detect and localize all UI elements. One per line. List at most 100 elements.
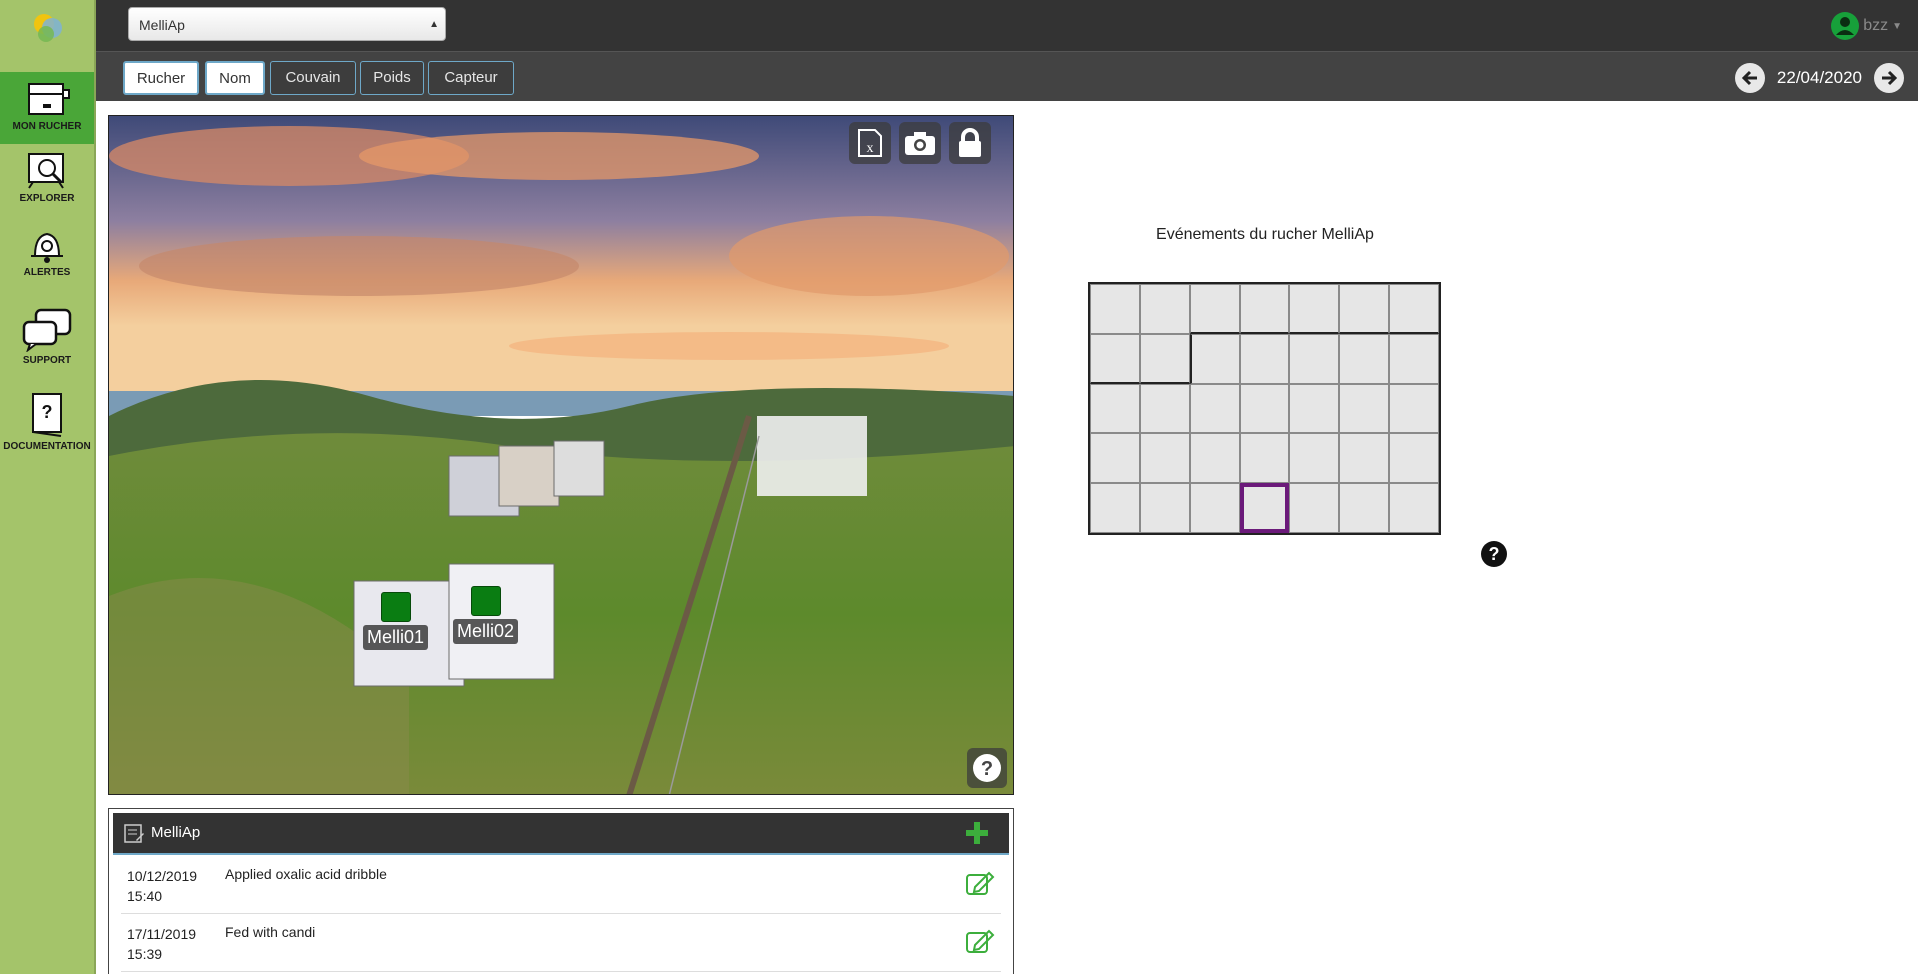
excel-export-button[interactable]: x <box>849 122 891 164</box>
calendar-day[interactable] <box>1090 333 1140 384</box>
next-date-button[interactable] <box>1874 63 1904 93</box>
apiary-landscape-image <box>109 116 1013 794</box>
calendar-day[interactable] <box>1090 383 1140 434</box>
apiary-events-panel: MelliAp 10/12/2019 15:40 Applied oxalic … <box>108 808 1014 974</box>
date-navigation: 22/04/2020 <box>1734 62 1904 94</box>
calendar-day[interactable] <box>1189 383 1240 434</box>
toggle-poids-button[interactable]: Poids <box>360 61 424 95</box>
bell-gear-icon <box>31 232 63 263</box>
hive-marker-melli02[interactable] <box>471 586 501 616</box>
user-menu[interactable]: bzz ▼ <box>1831 12 1902 40</box>
event-description: Applied oxalic acid dribble <box>225 866 387 882</box>
nav-label: ALERTES <box>23 267 71 278</box>
calendar-day[interactable] <box>1339 284 1390 334</box>
arrow-left-icon <box>1741 70 1757 86</box>
event-date: 10/12/2019 <box>127 868 198 884</box>
camera-icon <box>905 132 935 155</box>
event-datetime: 10/12/2019 15:40 <box>127 866 197 906</box>
toggle-rucher-button[interactable]: Rucher <box>123 61 199 95</box>
calendar-day[interactable] <box>1389 284 1439 334</box>
nav-label: DOCUMENTATION <box>3 441 91 452</box>
svg-text:?: ? <box>981 758 993 780</box>
calendar-help-icon[interactable]: ? <box>1481 541 1507 567</box>
chat-bubbles-icon <box>22 308 72 352</box>
event-date: 17/11/2019 <box>127 926 197 942</box>
arrow-right-icon <box>1882 70 1898 86</box>
calendar-day[interactable] <box>1289 383 1340 434</box>
caret-down-icon: ▼ <box>1892 20 1902 32</box>
hive-marker-melli01[interactable] <box>381 592 411 622</box>
calendar-day[interactable] <box>1339 433 1390 484</box>
event-time: 15:40 <box>127 888 163 904</box>
calendar-day-today[interactable] <box>1239 483 1290 533</box>
apiary-select[interactable]: MelliAp ▲▼ <box>128 7 446 64</box>
camera-button[interactable] <box>899 122 941 164</box>
calendar-day[interactable] <box>1189 284 1240 334</box>
lock-icon <box>959 128 981 157</box>
question-circle-icon: ? <box>973 754 1001 782</box>
calendar-day[interactable] <box>1239 383 1290 434</box>
hive-label-melli02[interactable]: Melli02 <box>453 619 519 644</box>
calendar-day[interactable] <box>1389 433 1439 484</box>
calendar-day[interactable] <box>1139 333 1190 384</box>
lock-button[interactable] <box>949 122 991 164</box>
calendar-day[interactable] <box>1139 284 1190 334</box>
calendar-day[interactable] <box>1139 483 1190 533</box>
photo-help-button[interactable]: ? <box>967 748 1007 788</box>
calendar-day[interactable] <box>1189 483 1240 533</box>
calendar-day[interactable] <box>1239 333 1290 384</box>
calendar-day[interactable] <box>1289 284 1340 334</box>
previous-date-button[interactable] <box>1734 63 1765 93</box>
calendar-day[interactable] <box>1339 383 1390 434</box>
toggle-nom-button[interactable]: Nom <box>205 61 265 95</box>
user-name: bzz <box>1863 17 1889 34</box>
calendar-day[interactable] <box>1090 433 1140 484</box>
events-calendar <box>1088 282 1441 535</box>
top-bar: MelliAp ▲▼ bzz ▼ <box>96 0 1918 64</box>
calendar-day[interactable] <box>1189 433 1240 484</box>
events-header: MelliAp <box>113 813 1009 855</box>
add-event-icon[interactable] <box>965 821 989 845</box>
toggle-couvain-button[interactable]: Couvain <box>270 61 356 95</box>
calendar-day[interactable] <box>1139 433 1190 484</box>
calendar-day[interactable] <box>1389 333 1439 384</box>
nav-mon-rucher[interactable]: MON RUCHER <box>0 72 94 144</box>
toolbar: Rucher Nom Couvain Poids Capteur 22/04/2… <box>96 52 1918 101</box>
nav-label: SUPPORT <box>22 355 72 366</box>
calendar-day[interactable] <box>1090 483 1140 533</box>
nav-support[interactable]: SUPPORT <box>0 308 94 374</box>
calendar-day[interactable] <box>1289 433 1340 484</box>
event-description: Fed with candi <box>225 924 316 940</box>
calendar-day[interactable] <box>1189 333 1240 384</box>
calendar-day[interactable] <box>1339 483 1390 533</box>
hive-label-melli01[interactable]: Melli01 <box>363 625 429 650</box>
event-time: 15:39 <box>127 946 163 962</box>
nav-explorer[interactable]: EXPLORER <box>0 152 94 218</box>
nav-alertes[interactable]: ALERTES <box>0 226 94 292</box>
toggle-capteur-button[interactable]: Capteur <box>428 61 514 95</box>
nav-documentation[interactable]: ? DOCUMENTATION <box>0 392 94 458</box>
calendar-day[interactable] <box>1289 483 1340 533</box>
nav-label: EXPLORER <box>19 193 75 204</box>
nav-label: MON RUCHER <box>12 121 82 132</box>
event-datetime: 17/11/2019 15:39 <box>127 924 196 964</box>
events-apiary-name: MelliAp <box>151 824 201 841</box>
calendar-day[interactable] <box>1239 433 1290 484</box>
apiary-photo: x Melli01 Melli02 ? <box>108 115 1014 795</box>
edit-event-icon[interactable] <box>965 928 995 954</box>
calendar-day[interactable] <box>1389 483 1439 533</box>
calendar-day[interactable] <box>1090 284 1140 334</box>
calendar-day[interactable] <box>1139 383 1190 434</box>
edit-event-icon[interactable] <box>965 870 995 896</box>
current-date[interactable]: 22/04/2020 <box>1777 68 1862 88</box>
beehive-box-icon <box>28 83 70 115</box>
calendar-day[interactable] <box>1289 333 1340 384</box>
apiary-select-value: MelliAp <box>139 17 185 33</box>
calendar-day[interactable] <box>1389 383 1439 434</box>
sidebar: MON RUCHER EXPLORER ALERTES SUPPORT ? DO… <box>0 0 96 974</box>
app-logo-icon[interactable] <box>30 10 66 46</box>
user-avatar-icon <box>1831 12 1860 40</box>
event-row: 17/11/2019 15:39 Fed with candi <box>121 914 1001 972</box>
calendar-day[interactable] <box>1239 284 1290 334</box>
calendar-day[interactable] <box>1339 333 1390 384</box>
